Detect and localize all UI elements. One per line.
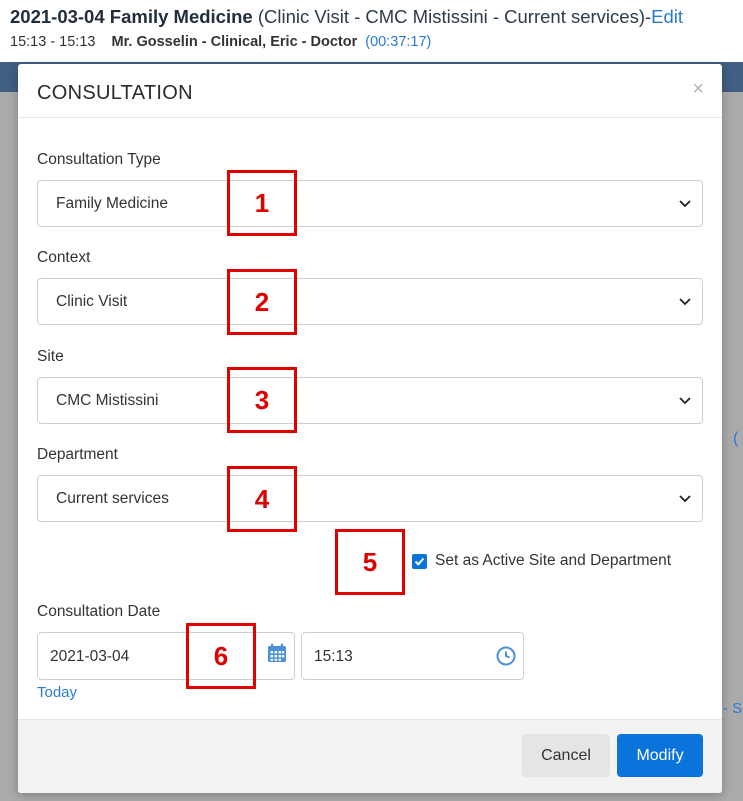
department-select[interactable]: Current services	[37, 475, 703, 522]
chevron-down-icon	[679, 397, 691, 405]
chevron-down-icon	[679, 298, 691, 306]
callout-2: 2	[227, 269, 297, 335]
modal-header: CONSULTATION ×	[18, 64, 722, 118]
clock-icon[interactable]	[495, 645, 517, 667]
callout-6: 6	[186, 623, 256, 689]
header-date: 2021-03-04	[10, 6, 105, 27]
consultation-date-input[interactable]: 2021-03-04	[37, 632, 295, 680]
consultation-date-value: 2021-03-04	[50, 648, 130, 665]
site-select[interactable]: CMC Mistissini	[37, 377, 703, 424]
close-icon[interactable]: ×	[692, 78, 704, 101]
cancel-button[interactable]: Cancel	[522, 734, 610, 777]
consultation-header-title: 2021-03-04 Family Medicine (Clinic Visit…	[10, 6, 733, 28]
department-label: Department	[37, 446, 118, 463]
chevron-down-icon	[679, 495, 691, 503]
consultation-modal: CONSULTATION × Consultation Type Family …	[18, 64, 722, 793]
consultation-time-input[interactable]: 15:13	[301, 632, 524, 680]
callout-4: 4	[227, 466, 297, 532]
background-edge-text: (	[733, 430, 739, 447]
callout-1: 1	[227, 170, 297, 236]
header-duration: (00:37:17)	[365, 34, 432, 50]
consultation-type-label: Consultation Type	[37, 151, 161, 168]
modal-footer: Cancel Modify	[18, 719, 722, 793]
site-value: CMC Mistissini	[56, 392, 159, 409]
background-edge-text: - S	[723, 700, 743, 717]
context-label: Context	[37, 249, 91, 266]
today-link[interactable]: Today	[37, 684, 77, 701]
consultation-type-value: Family Medicine	[56, 195, 168, 212]
header-practitioner: Mr. Gosselin - Clinical, Eric - Doctor	[111, 34, 358, 50]
check-icon	[414, 557, 425, 566]
calendar-icon[interactable]	[266, 642, 288, 664]
context-value: Clinic Visit	[56, 293, 128, 310]
callout-5: 5	[335, 529, 405, 595]
active-site-checkbox-label: Set as Active Site and Department	[435, 552, 672, 569]
consultation-time-value: 15:13	[314, 648, 353, 665]
header-edit-link[interactable]: Edit	[651, 6, 683, 27]
site-label: Site	[37, 348, 64, 365]
modal-title: CONSULTATION	[37, 82, 193, 104]
department-value: Current services	[56, 490, 169, 507]
consultation-header-subtitle: 15:13 - 15:13 Mr. Gosselin - Clinical, E…	[10, 34, 733, 50]
active-site-checkbox[interactable]	[412, 554, 427, 569]
context-select[interactable]: Clinic Visit	[37, 278, 703, 325]
header-context: (Clinic Visit - CMC Mistissini - Current…	[257, 6, 652, 27]
header-time-range: 15:13 - 15:13	[10, 34, 96, 50]
consultation-header: 2021-03-04 Family Medicine (Clinic Visit…	[0, 0, 743, 64]
header-consultation-type: Family Medicine	[109, 6, 253, 27]
callout-3: 3	[227, 367, 297, 433]
modify-button[interactable]: Modify	[617, 734, 703, 777]
chevron-down-icon	[679, 200, 691, 208]
consultation-type-select[interactable]: Family Medicine	[37, 180, 703, 227]
consultation-date-label: Consultation Date	[37, 603, 161, 620]
